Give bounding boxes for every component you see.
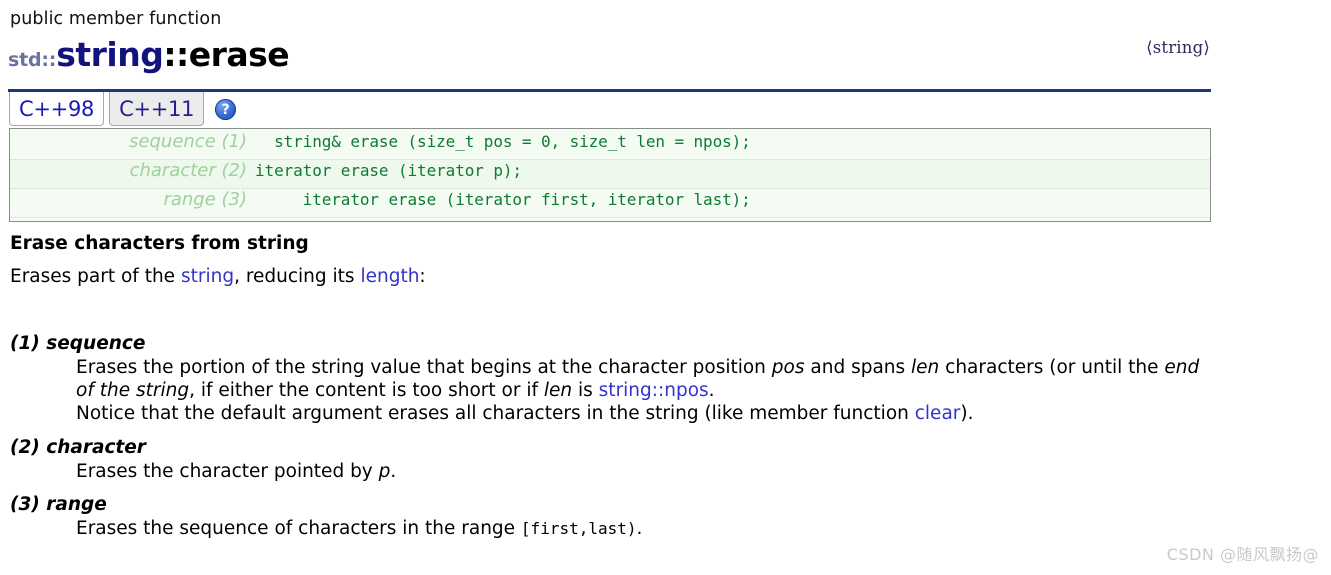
signature-label: character (2) [129,160,247,181]
variant-heading-character: (2) character [10,437,146,458]
emphasis-text: p [378,461,391,482]
lead-text-3: : [419,266,426,287]
inline-text: . [390,461,397,482]
signature-row: sequence (1) string& erase (size_t pos =… [10,131,1210,160]
variant-line: Erases the sequence of characters in the… [76,517,1216,540]
inline-text: Erases the portion of the string value t… [76,357,772,378]
inline-text: characters (or until the [939,357,1165,378]
signature-label: sequence (1) [129,131,247,152]
inline-text: Notice that the default argument erases … [76,403,915,424]
emphasis-text: len [543,380,573,401]
help-icon[interactable]: ? [215,99,237,120]
variant-heading-range: (3) range [10,494,107,515]
variant-body-character: Erases the character pointed by p. [76,460,1216,483]
title-namespace: std:: [8,49,57,71]
signature-box: sequence (1) string& erase (size_t pos =… [9,128,1211,222]
emphasis-text: len [911,357,940,378]
inline-text: . [636,518,643,539]
variant-heading-sequence: (1) sequence [10,333,146,354]
page-title: std::string::erase [8,35,290,80]
title-member: ::erase [163,35,290,74]
inline-link[interactable]: string::npos [599,380,709,401]
tab-cpp98[interactable]: C++98 [9,92,105,126]
variant-line: Notice that the default argument erases … [76,402,1216,425]
variant-body-range: Erases the sequence of characters in the… [76,517,1216,540]
tab-cpp11[interactable]: C++11 [109,92,205,126]
signature-code: iterator erase (iterator p); [255,161,522,180]
lead-text-2: , reducing its [234,266,361,287]
watermark: CSDN @随风飘扬@ [1166,545,1319,564]
inline-text: . [708,380,715,401]
variant-line: Erases the character pointed by p. [76,460,1216,483]
page-kicker: public member function [10,9,222,29]
inline-text: and spans [804,357,912,378]
emphasis-text: pos [771,357,805,378]
inline-text: Erases the character pointed by [76,461,379,482]
cppreference-page: public member function std::string::eras… [0,0,1331,575]
signature-label: range (3) [163,189,247,210]
standard-version-tabs: C++98 C++11 ? [9,92,237,126]
inline-text: Erases the sequence of characters in the… [76,518,521,539]
lead-paragraph: Erases part of the string, reducing its … [10,266,426,287]
variant-body-sequence: Erases the portion of the string value t… [76,356,1216,425]
section-title: Erase characters from string [10,233,309,254]
inline-text: , if either the content is too short or … [189,380,544,401]
link-string[interactable]: string [181,266,234,287]
inline-text: ). [960,403,974,424]
title-class: string [56,35,164,74]
lead-text-1: Erases part of the [10,266,181,287]
signature-row: character (2) iterator erase (iterator p… [10,160,1210,189]
link-length[interactable]: length [360,266,419,287]
inline-text: is [572,380,599,401]
inline-code: [first,last) [520,519,637,538]
signature-code: iterator erase (iterator first, iterator… [255,190,751,209]
include-header-label: ⟨string⟩ [1146,38,1210,57]
inline-link[interactable]: clear [915,403,961,424]
variant-line: Erases the portion of the string value t… [76,356,1216,402]
signature-code: string& erase (size_t pos = 0, size_t le… [255,132,751,151]
signature-row: range (3) iterator erase (iterator first… [10,189,1210,218]
